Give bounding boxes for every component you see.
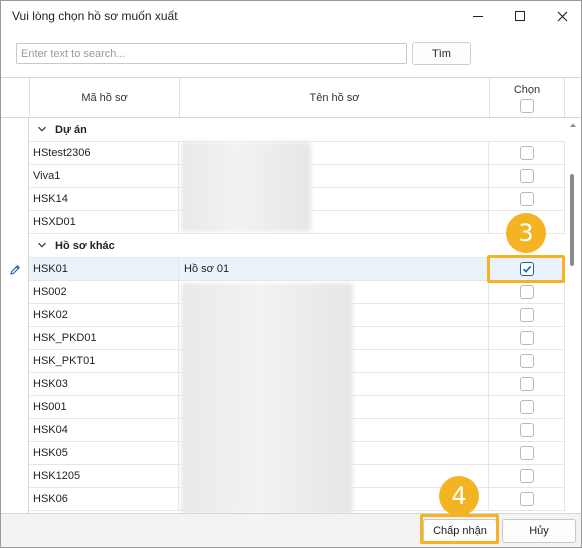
group-row-du-an[interactable]: Dự án — [29, 118, 565, 142]
vertical-scrollbar[interactable] — [565, 118, 581, 513]
checkbox-highlight-frame — [487, 255, 565, 283]
cell-ma-ho-so: HS002 — [29, 281, 179, 303]
cell-chon — [489, 396, 565, 418]
group-label: Dự án — [55, 124, 87, 136]
row-checkbox[interactable] — [519, 492, 534, 506]
row-checkbox[interactable] — [519, 354, 534, 368]
cell-ma-ho-so: HSK06 — [29, 488, 179, 510]
cell-ma-ho-so: HSK05 — [29, 442, 179, 464]
step-badge-3: 3 — [506, 213, 546, 253]
column-header-chon-label: Chọn — [513, 84, 541, 96]
maximize-button[interactable] — [503, 1, 537, 31]
cell-ma-ho-so: HS001 — [29, 396, 179, 418]
title-bar: Vui lòng chọn hồ sơ muốn xuất — [1, 1, 581, 31]
indicator-header — [1, 78, 29, 117]
row-checkbox[interactable] — [519, 169, 534, 183]
row-checkbox[interactable] — [519, 446, 534, 460]
column-header-chon[interactable]: Chọn — [489, 78, 565, 117]
row-indicator-column — [1, 118, 29, 513]
scroll-up-arrow-icon[interactable] — [569, 121, 577, 129]
row-checkbox[interactable] — [519, 146, 534, 160]
cell-ma-ho-so: HSK04 — [29, 419, 179, 441]
group-row-ho-so-khac[interactable]: Hồ sơ khác — [29, 234, 565, 258]
row-checkbox[interactable] — [519, 377, 534, 391]
close-button[interactable] — [545, 1, 579, 31]
chevron-down-icon[interactable] — [37, 240, 47, 250]
cell-ma-ho-so: HSK14 — [29, 188, 179, 210]
close-icon — [557, 11, 567, 21]
grid-header: Mã hồ sơ Tên hồ sơ Chọn — [1, 78, 581, 118]
cell-chon — [489, 188, 565, 210]
accept-button-highlight-frame — [420, 514, 499, 544]
cell-ma-ho-so: HSK_PKT01 — [29, 350, 179, 372]
row-checkbox[interactable] — [519, 192, 534, 206]
cell-ma-ho-so: HStest2306 — [29, 142, 179, 164]
window-title: Vui lòng chọn hồ sơ muốn xuất — [12, 9, 178, 23]
cell-chon — [489, 281, 565, 303]
search-bar: Tìm — [1, 31, 581, 77]
cell-chon — [489, 373, 565, 395]
records-grid: Mã hồ sơ Tên hồ sơ Chọn Dự án HStest2306 — [1, 77, 581, 513]
cell-chon — [489, 327, 565, 349]
search-input[interactable] — [16, 43, 407, 64]
row-checkbox[interactable] — [519, 469, 534, 483]
edit-pencil-icon — [10, 265, 20, 275]
step-badge-4: 4 — [439, 476, 479, 516]
minimize-icon — [473, 15, 483, 17]
cell-ma-ho-so: HSK1205 — [29, 465, 179, 487]
search-button[interactable]: Tìm — [412, 42, 471, 65]
chevron-down-icon[interactable] — [37, 124, 47, 134]
row-checkbox[interactable] — [519, 400, 534, 414]
maximize-icon — [515, 11, 525, 21]
cancel-button[interactable]: Hủy — [502, 519, 576, 543]
cell-chon — [489, 304, 565, 326]
cell-chon — [489, 165, 565, 187]
cell-chon — [489, 442, 565, 464]
row-checkbox[interactable] — [519, 331, 534, 345]
row-checkbox[interactable] — [519, 308, 534, 322]
redacted-names-block — [181, 283, 353, 513]
table-row-selected[interactable]: HSK01 Hồ sơ 01 — [29, 258, 565, 281]
cell-ma-ho-so: HSK02 — [29, 304, 179, 326]
cell-chon — [489, 419, 565, 441]
column-header-ten-ho-so[interactable]: Tên hồ sơ — [179, 78, 489, 117]
minimize-button[interactable] — [461, 1, 495, 31]
cell-ma-ho-so: HSK01 — [29, 258, 179, 280]
cell-ma-ho-so: HSXD01 — [29, 211, 179, 233]
cell-ma-ho-so: HSK03 — [29, 373, 179, 395]
cell-chon — [489, 465, 565, 487]
row-checkbox[interactable] — [519, 285, 534, 299]
cell-chon — [489, 488, 565, 510]
select-all-checkbox[interactable] — [520, 99, 534, 113]
scrollbar-thumb[interactable] — [570, 174, 574, 266]
group-label: Hồ sơ khác — [55, 240, 115, 252]
cell-chon — [489, 142, 565, 164]
redacted-names-block — [181, 142, 311, 232]
cell-ma-ho-so: HSK_PKD01 — [29, 327, 179, 349]
cell-ten-ho-so: Hồ sơ 01 — [179, 258, 489, 280]
column-header-ma-ho-so[interactable]: Mã hồ sơ — [29, 78, 179, 117]
row-checkbox[interactable] — [519, 423, 534, 437]
cell-chon — [489, 350, 565, 372]
cell-ma-ho-so: Viva1 — [29, 165, 179, 187]
export-dialog: Vui lòng chọn hồ sơ muốn xuất Tìm Mã hồ … — [0, 0, 582, 548]
